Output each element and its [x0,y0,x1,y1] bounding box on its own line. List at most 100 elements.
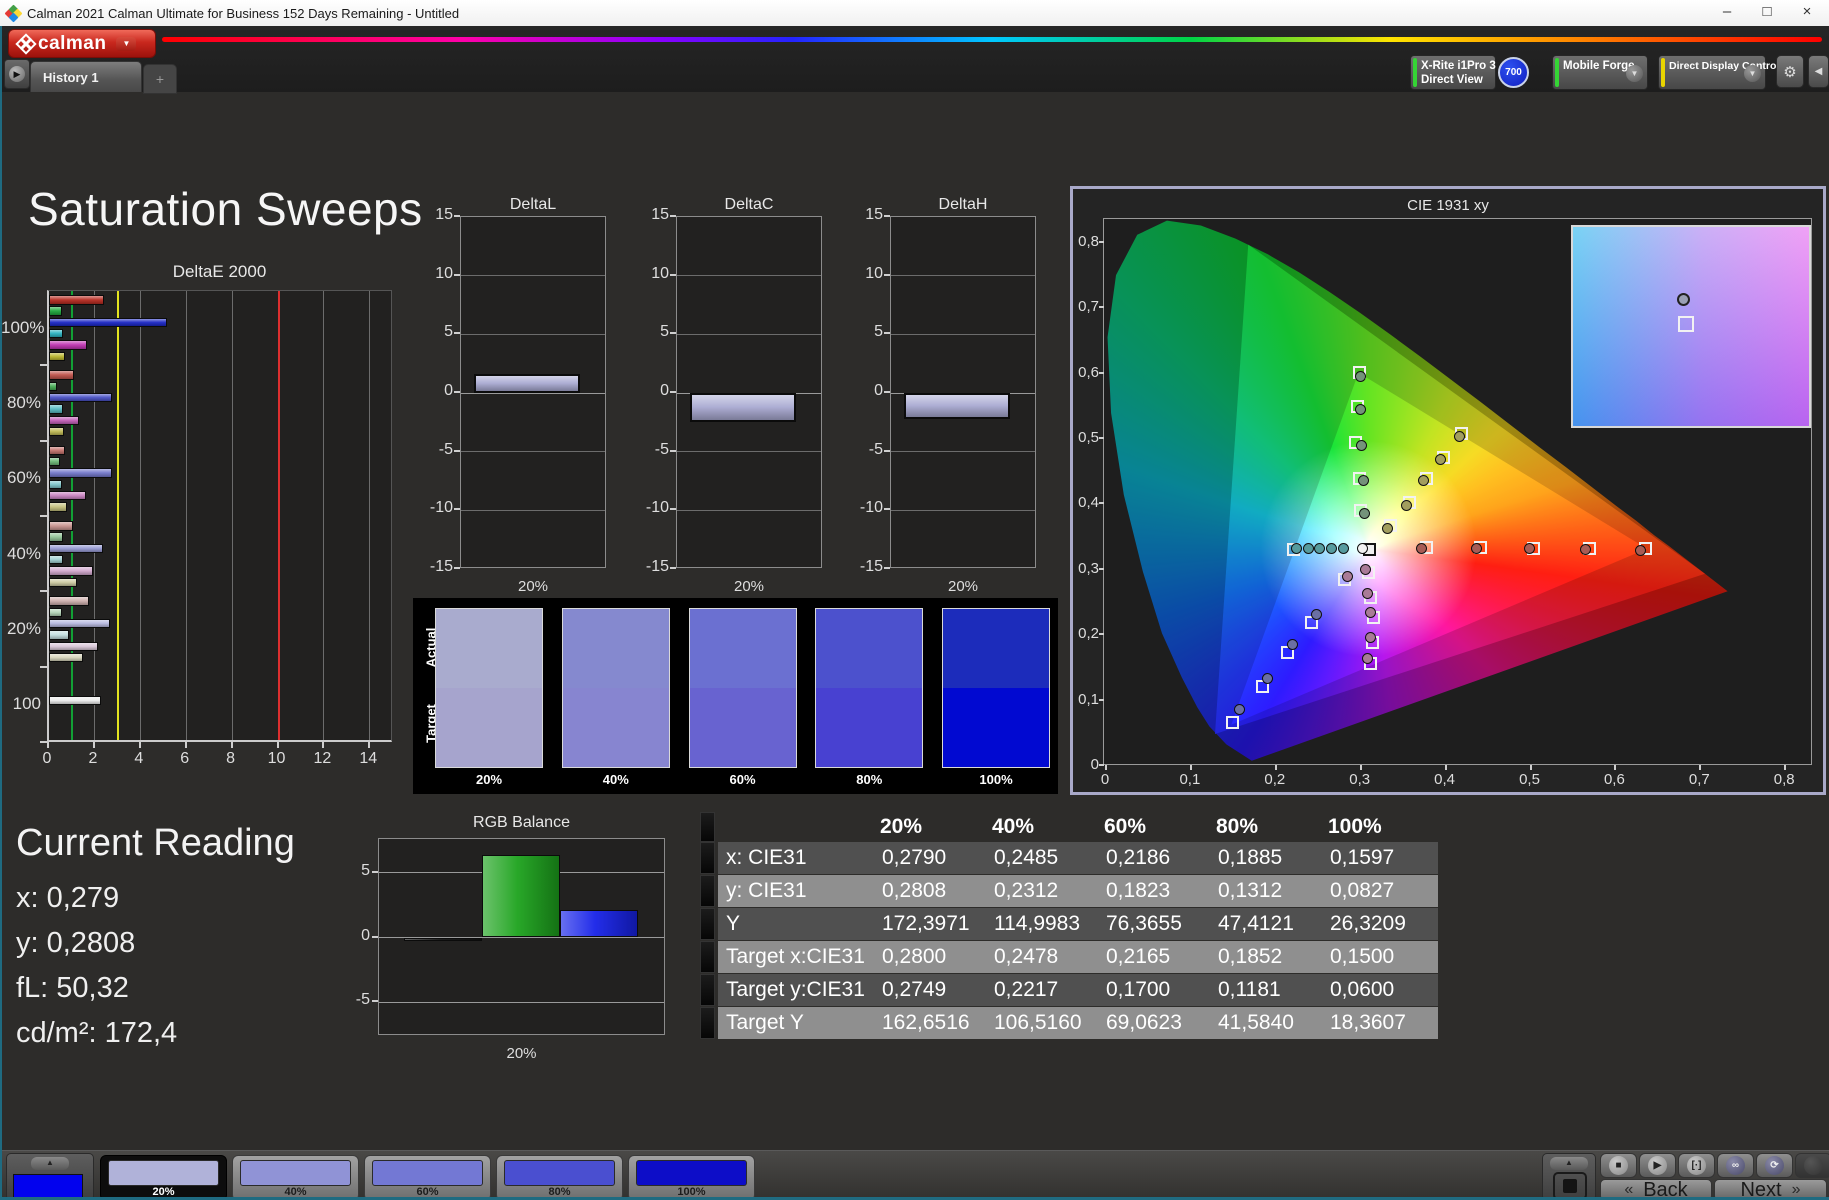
table-cell-spacer [878,875,880,907]
deltaE-bar-80%-cyan [49,404,63,414]
table-cell-spacer [990,875,992,907]
axis-tick [884,273,890,276]
deltaE-group-label: 100% [1,317,45,337]
table-cell-spacer [1214,875,1216,907]
cie-ytick: 0,3 [1078,559,1099,577]
transport-loop-button[interactable]: ⟳ [1756,1153,1793,1178]
cie-point-green [1359,508,1371,520]
axis-tick [1099,371,1104,374]
actual-swatch-80% [815,608,924,688]
gear-icon: ⚙ [1783,63,1797,81]
window-edge-left [0,26,2,1200]
cie-point-blue [1233,704,1245,716]
table-cell-spacer [1214,941,1216,973]
table-cell-spacer [1102,974,1104,1006]
transport-play-button[interactable]: ▶ [1639,1153,1676,1178]
transport-continuous-button[interactable]: ∞ [1717,1153,1754,1178]
deltaE-xtick: 12 [313,750,332,767]
cie-point-green [1356,440,1368,452]
axis-tick [1274,765,1277,770]
table-cell-spacer [1214,974,1216,1006]
swatch-column-label: 40% [602,772,629,787]
source-chevron-icon[interactable]: ▼ [1626,65,1643,82]
add-tab-button[interactable]: + [143,64,177,94]
calman-menu-button[interactable]: calman ▼ [8,29,156,58]
cie-xtick: 0,3 [1349,771,1371,788]
axis-tick [1529,765,1532,770]
table-row-label-4: Target y:CIE31 [718,974,878,1006]
deltaC-title: DeltaC [724,196,774,213]
table-cell-spacer [1214,1007,1216,1039]
pattern-window-button[interactable] [1553,1172,1587,1200]
deltaL-ytick: -15 [429,558,453,575]
pattern-panel-expand-button[interactable]: ▲ [31,1157,69,1170]
deltaL-ytick: -5 [438,440,453,458]
deltaE-bar-100%-cyan [49,328,64,339]
axis-tick [884,449,890,452]
deltaE-bar-40%-yellow [49,577,77,587]
display-control-chevron-icon[interactable]: ▼ [1744,65,1761,82]
deltaE-xtick: 14 [359,750,378,767]
transport-stop-button[interactable]: ■ [1600,1153,1637,1178]
pattern-button-60%[interactable]: 60% [364,1155,491,1200]
deltaE-bar-100%-green [49,306,62,316]
deltaC-ytick: 5 [660,323,669,341]
gridline [891,275,1035,277]
transport-expand-button[interactable]: ▲ [1550,1157,1588,1170]
axis-tick [1444,765,1447,770]
meter-dropdown[interactable]: X-Rite i1Pro 3 Direct View [1410,55,1496,90]
table-cell-spacer [990,908,992,940]
pattern-button-80%[interactable]: 80% [496,1155,623,1200]
table-cell-spacer [1102,842,1104,874]
loop-icon: ⟳ [1765,1156,1784,1175]
calman-menu-chevron-icon[interactable]: ▼ [116,36,137,51]
axis-tick [40,364,47,367]
table-cell-spacer [1102,941,1104,973]
target-swatch-60% [688,688,797,768]
swatch-column-label: 100% [979,772,1013,787]
close-button[interactable]: × [1787,0,1827,25]
tab-scroll-button[interactable]: ▶ [4,59,30,89]
deltaE-xtick: 8 [226,750,236,767]
gridline [891,509,1035,511]
axis-tick [884,567,890,569]
transport-read-button[interactable]: [·] [1678,1153,1715,1178]
table-cell-spacer [1326,974,1328,1006]
pattern-button-40%[interactable]: 40% [232,1155,359,1200]
deltaE-xtick: 2 [88,750,98,767]
table-cell: 0,1823 [1104,875,1214,907]
tab-history-1[interactable]: History 1 [30,61,142,92]
table-cell-spacer [990,842,992,874]
deltaC-ytick: -15 [645,558,669,575]
transport-record-button[interactable] [1795,1153,1829,1178]
minimize-button[interactable]: – [1707,0,1747,25]
deltaE-group-label: 40% [6,543,41,563]
maximize-button[interactable]: □ [1747,0,1787,25]
display-control-dropdown[interactable]: Direct Display Control ▼ [1658,55,1779,90]
pattern-swatch-80% [504,1160,615,1186]
deltaE-bar-100-white [49,695,101,706]
actual-swatch-40% [561,608,670,688]
pattern-button-20%[interactable]: 20% [100,1155,227,1200]
axis-tick [1099,306,1104,309]
deltaE-bar-100%-magenta [49,340,87,350]
swatch-column-label: 80% [856,772,883,787]
table-cell-spacer [878,842,880,874]
inset-target-point [1678,316,1695,333]
deltaE-bar-20%-magenta [49,641,99,652]
deltaE-bar-80%-yellow [49,426,64,437]
settings-button[interactable]: ⚙ [1776,55,1804,88]
pattern-preview-panel: ▲ [6,1153,94,1200]
deltaE-chart-title: DeltaE 2000 [172,262,267,281]
pattern-button-100%[interactable]: 100% [628,1155,755,1200]
cie-point-cyan [1338,543,1350,555]
table-cell: 172,3971 [880,908,990,940]
deltaE-bar-60%-yellow [49,502,68,512]
source-dropdown[interactable]: Mobile Forge ▼ [1552,55,1648,90]
gridline [677,333,821,335]
rgb-ytick: 0 [361,926,370,944]
axis-tick [670,508,676,511]
axis-tick [884,215,890,217]
app-logo-icon [4,4,23,22]
collapse-panel-button[interactable]: ◀ [1808,55,1829,88]
